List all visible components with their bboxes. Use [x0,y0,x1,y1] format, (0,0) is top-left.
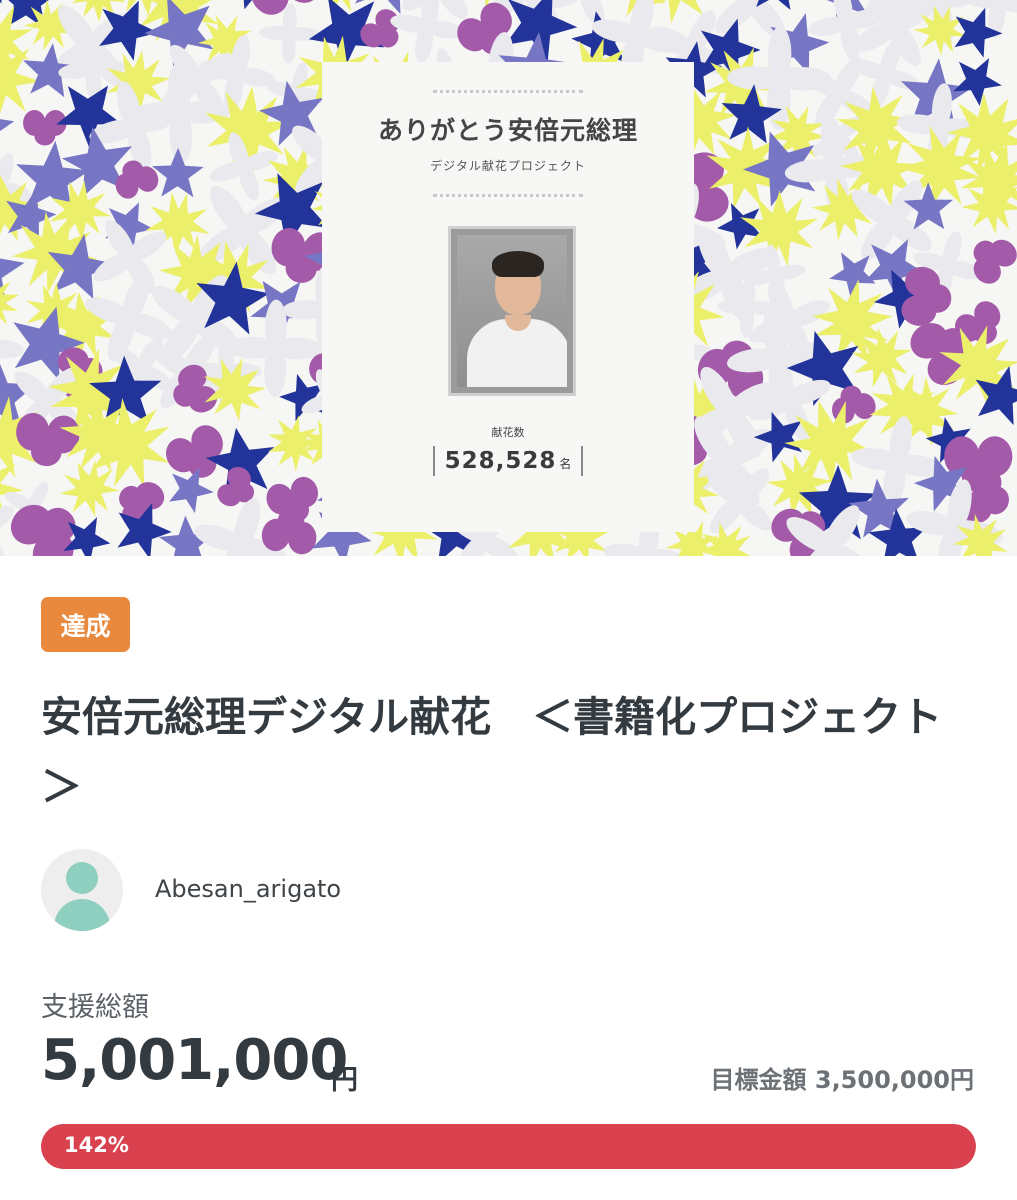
progress-percent: 142% [64,1133,129,1157]
dotted-divider-top [433,90,583,93]
owner-name-link[interactable]: Abesan_arigato [155,875,341,903]
project-title: 安倍元総理デジタル献花 ＜書籍化プロジェクト＞ [41,693,943,811]
portrait-hair [492,251,544,277]
total-support-label: 支援総額 [41,992,149,1023]
counter-unit: 名 [559,457,572,471]
counter-label: 献花数 [491,426,525,439]
hero-title-card: ありがとう安倍元総理 デジタル献花プロジェクト [322,90,694,197]
hero-center-panel: ありがとう安倍元総理 デジタル献花プロジェクト 献花数 528,528 名 [322,62,694,532]
hero-title: ありがとう安倍元総理 [377,116,638,145]
avatar-head-shape [66,862,98,894]
memorial-portrait [448,226,576,396]
hero-banner[interactable]: ありがとう安倍元総理 デジタル献花プロジェクト 献花数 528,528 名 [0,0,1017,556]
avatar-body-shape [54,899,110,931]
hero-subtitle: デジタル献花プロジェクト [430,159,586,173]
dotted-divider-bottom [433,194,583,197]
progress-fill [41,1124,976,1169]
total-support-amount: 5,001,000 [41,1028,348,1093]
goal-amount: 目標金額 3,500,000円 [710,1066,974,1094]
counter-value: 528,528 [444,448,557,474]
portrait-photo [457,235,567,387]
flower-counter: 献花数 528,528 名 [322,424,694,476]
counter-box: 528,528 名 [432,446,584,476]
user-avatar-icon[interactable] [41,849,123,931]
status-badge: 達成 [41,597,130,652]
total-support-unit: 円 [331,1065,358,1096]
funding-progress-bar: 142% [41,1124,976,1169]
